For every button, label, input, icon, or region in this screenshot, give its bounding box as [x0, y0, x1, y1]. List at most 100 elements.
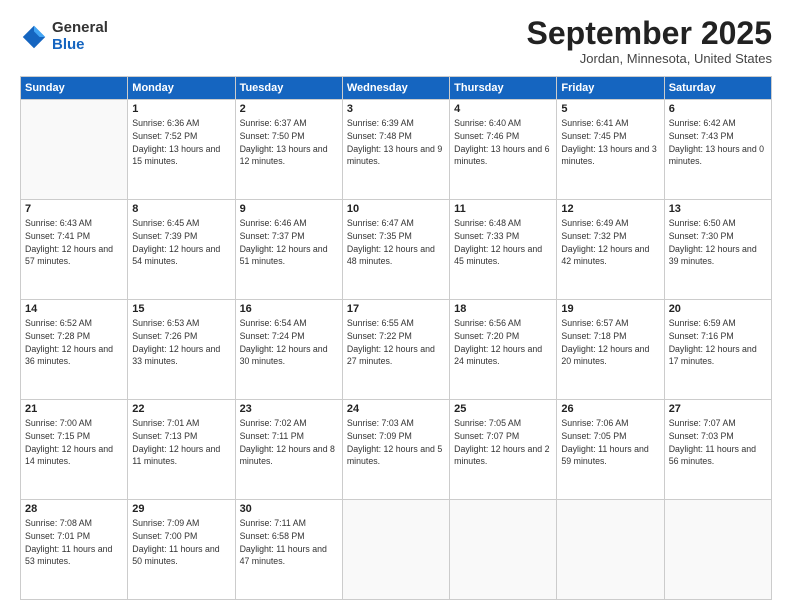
day-number: 30 — [240, 503, 338, 515]
calendar-cell — [557, 500, 664, 600]
day-number: 13 — [669, 203, 767, 215]
calendar-cell: 6 Sunrise: 6:42 AM Sunset: 7:43 PM Daylig… — [664, 100, 771, 200]
day-number: 29 — [132, 503, 230, 515]
day-number: 27 — [669, 403, 767, 415]
calendar-cell: 5 Sunrise: 6:41 AM Sunset: 7:45 PM Daylig… — [557, 100, 664, 200]
day-number: 21 — [25, 403, 123, 415]
calendar-cell: 9 Sunrise: 6:46 AM Sunset: 7:37 PM Daylig… — [235, 200, 342, 300]
day-number: 9 — [240, 203, 338, 215]
day-of-week-friday: Friday — [557, 77, 664, 100]
calendar-cell: 23 Sunrise: 7:02 AM Sunset: 7:11 PM Dayli… — [235, 400, 342, 500]
calendar-cell: 27 Sunrise: 7:07 AM Sunset: 7:03 PM Dayli… — [664, 400, 771, 500]
calendar-cell: 20 Sunrise: 6:59 AM Sunset: 7:16 PM Dayli… — [664, 300, 771, 400]
day-info: Sunrise: 6:41 AM Sunset: 7:45 PM Dayligh… — [561, 117, 659, 168]
day-number: 14 — [25, 303, 123, 315]
day-info: Sunrise: 7:05 AM Sunset: 7:07 PM Dayligh… — [454, 417, 552, 468]
day-number: 19 — [561, 303, 659, 315]
calendar-week-5: 28 Sunrise: 7:08 AM Sunset: 7:01 PM Dayli… — [21, 500, 772, 600]
calendar-cell: 2 Sunrise: 6:37 AM Sunset: 7:50 PM Daylig… — [235, 100, 342, 200]
day-of-week-thursday: Thursday — [450, 77, 557, 100]
day-number: 28 — [25, 503, 123, 515]
calendar-cell: 12Sunrise: 6:49 AM Sunset: 7:32 PM Dayli… — [557, 200, 664, 300]
calendar-cell: 17Sunrise: 6:55 AM Sunset: 7:22 PM Dayli… — [342, 300, 449, 400]
day-info: Sunrise: 6:42 AM Sunset: 7:43 PM Dayligh… — [669, 117, 767, 168]
day-header-row: SundayMondayTuesdayWednesdayThursdayFrid… — [21, 77, 772, 100]
calendar-cell — [21, 100, 128, 200]
day-info: Sunrise: 6:39 AM Sunset: 7:48 PM Dayligh… — [347, 117, 445, 168]
day-number: 22 — [132, 403, 230, 415]
day-number: 23 — [240, 403, 338, 415]
calendar-cell: 25 Sunrise: 7:05 AM Sunset: 7:07 PM Dayli… — [450, 400, 557, 500]
calendar-cell: 29 Sunrise: 7:09 AM Sunset: 7:00 PM Dayli… — [128, 500, 235, 600]
calendar-cell: 21 Sunrise: 7:00 AM Sunset: 7:15 PM Dayli… — [21, 400, 128, 500]
calendar-cell: 11 Sunrise: 6:48 AM Sunset: 7:33 PM Dayli… — [450, 200, 557, 300]
day-info: Sunrise: 7:09 AM Sunset: 7:00 PM Dayligh… — [132, 517, 230, 568]
day-number: 7 — [25, 203, 123, 215]
logo-general: General — [52, 20, 108, 37]
day-number: 8 — [132, 203, 230, 215]
month-title: September 2025 — [527, 16, 772, 51]
day-info: Sunrise: 6:37 AM Sunset: 7:50 PM Dayligh… — [240, 117, 338, 168]
calendar-cell: 18 Sunrise: 6:56 AM Sunset: 7:20 PM Dayli… — [450, 300, 557, 400]
day-number: 5 — [561, 103, 659, 115]
calendar-cell: 16Sunrise: 6:54 AM Sunset: 7:24 PM Dayli… — [235, 300, 342, 400]
day-info: Sunrise: 7:00 AM Sunset: 7:15 PM Dayligh… — [25, 417, 123, 468]
day-info: Sunrise: 7:11 AM Sunset: 6:58 PM Dayligh… — [240, 517, 338, 568]
logo-icon — [20, 23, 48, 51]
calendar-week-2: 7 Sunrise: 6:43 AM Sunset: 7:41 PM Daylig… — [21, 200, 772, 300]
day-info: Sunrise: 7:02 AM Sunset: 7:11 PM Dayligh… — [240, 417, 338, 468]
day-number: 10 — [347, 203, 445, 215]
day-info: Sunrise: 7:08 AM Sunset: 7:01 PM Dayligh… — [25, 517, 123, 568]
day-number: 20 — [669, 303, 767, 315]
day-info: Sunrise: 6:46 AM Sunset: 7:37 PM Dayligh… — [240, 217, 338, 268]
day-info: Sunrise: 6:57 AM Sunset: 7:18 PM Dayligh… — [561, 317, 659, 368]
page: General Blue September 2025 Jordan, Minn… — [0, 0, 792, 612]
day-info: Sunrise: 6:54 AM Sunset: 7:24 PM Dayligh… — [240, 317, 338, 368]
day-number: 25 — [454, 403, 552, 415]
day-info: Sunrise: 6:47 AM Sunset: 7:35 PM Dayligh… — [347, 217, 445, 268]
calendar-cell: 4Sunrise: 6:40 AM Sunset: 7:46 PM Daylig… — [450, 100, 557, 200]
calendar-table: SundayMondayTuesdayWednesdayThursdayFrid… — [20, 76, 772, 600]
calendar-cell: 26 Sunrise: 7:06 AM Sunset: 7:05 PM Dayli… — [557, 400, 664, 500]
calendar-cell: 8Sunrise: 6:45 AM Sunset: 7:39 PM Daylig… — [128, 200, 235, 300]
title-block: September 2025 Jordan, Minnesota, United… — [527, 16, 772, 66]
day-number: 11 — [454, 203, 552, 215]
day-number: 1 — [132, 103, 230, 115]
calendar-cell — [664, 500, 771, 600]
day-number: 12 — [561, 203, 659, 215]
day-info: Sunrise: 6:56 AM Sunset: 7:20 PM Dayligh… — [454, 317, 552, 368]
day-info: Sunrise: 6:59 AM Sunset: 7:16 PM Dayligh… — [669, 317, 767, 368]
day-info: Sunrise: 6:48 AM Sunset: 7:33 PM Dayligh… — [454, 217, 552, 268]
day-info: Sunrise: 6:53 AM Sunset: 7:26 PM Dayligh… — [132, 317, 230, 368]
day-number: 3 — [347, 103, 445, 115]
day-info: Sunrise: 6:36 AM Sunset: 7:52 PM Dayligh… — [132, 117, 230, 168]
day-info: Sunrise: 6:55 AM Sunset: 7:22 PM Dayligh… — [347, 317, 445, 368]
calendar-cell: 15 Sunrise: 6:53 AM Sunset: 7:26 PM Dayli… — [128, 300, 235, 400]
day-of-week-sunday: Sunday — [21, 77, 128, 100]
calendar-body: 1 Sunrise: 6:36 AM Sunset: 7:52 PM Daylig… — [21, 100, 772, 600]
day-of-week-wednesday: Wednesday — [342, 77, 449, 100]
day-info: Sunrise: 6:52 AM Sunset: 7:28 PM Dayligh… — [25, 317, 123, 368]
calendar-cell: 14 Sunrise: 6:52 AM Sunset: 7:28 PM Dayli… — [21, 300, 128, 400]
calendar-cell: 30 Sunrise: 7:11 AM Sunset: 6:58 PM Dayli… — [235, 500, 342, 600]
calendar-cell: 3 Sunrise: 6:39 AM Sunset: 7:48 PM Daylig… — [342, 100, 449, 200]
day-number: 18 — [454, 303, 552, 315]
day-number: 6 — [669, 103, 767, 115]
calendar-cell — [450, 500, 557, 600]
day-number: 24 — [347, 403, 445, 415]
logo-text: General Blue — [52, 20, 108, 53]
day-info: Sunrise: 7:07 AM Sunset: 7:03 PM Dayligh… — [669, 417, 767, 468]
day-of-week-monday: Monday — [128, 77, 235, 100]
calendar-cell: 7 Sunrise: 6:43 AM Sunset: 7:41 PM Daylig… — [21, 200, 128, 300]
day-info: Sunrise: 7:06 AM Sunset: 7:05 PM Dayligh… — [561, 417, 659, 468]
calendar-cell: 24 Sunrise: 7:03 AM Sunset: 7:09 PM Dayli… — [342, 400, 449, 500]
day-number: 2 — [240, 103, 338, 115]
day-number: 26 — [561, 403, 659, 415]
day-info: Sunrise: 6:50 AM Sunset: 7:30 PM Dayligh… — [669, 217, 767, 268]
calendar-header: SundayMondayTuesdayWednesdayThursdayFrid… — [21, 77, 772, 100]
day-info: Sunrise: 6:43 AM Sunset: 7:41 PM Dayligh… — [25, 217, 123, 268]
calendar-week-3: 14 Sunrise: 6:52 AM Sunset: 7:28 PM Dayli… — [21, 300, 772, 400]
day-info: Sunrise: 7:03 AM Sunset: 7:09 PM Dayligh… — [347, 417, 445, 468]
logo: General Blue — [20, 20, 108, 53]
day-number: 15 — [132, 303, 230, 315]
